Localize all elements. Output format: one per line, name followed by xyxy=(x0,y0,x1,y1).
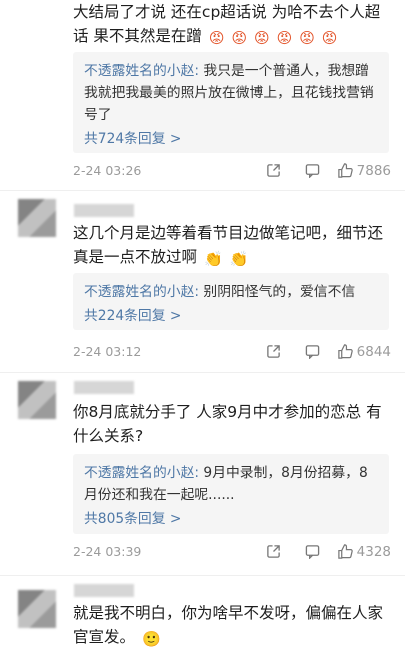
comment-icon[interactable] xyxy=(305,544,320,560)
reply-box-2[interactable]: 不透露姓名的小赵: 别阴阳怪气的，爱信不信 共224条回复 > xyxy=(73,273,389,330)
avatar[interactable] xyxy=(18,381,56,419)
clap-emoji-icon: 👏 xyxy=(229,250,249,268)
angry-emoji-icon: 😡 xyxy=(321,29,338,47)
like-count: 7886 xyxy=(356,163,391,179)
angry-emoji-icon: 😡 xyxy=(299,29,315,47)
like-count: 6844 xyxy=(356,344,391,360)
comment-item-1: 大结局了才说 还在cp超话说 为哈不去个人超话 果不其然是在蹭 😡 😡 😡 😡 … xyxy=(0,0,405,190)
like-count: 4328 xyxy=(356,544,391,560)
comment-meta-2: 2-24 03:12 6844 xyxy=(73,342,391,362)
username-redacted[interactable] xyxy=(74,381,134,394)
reply-text: 别阴阳怪气的，爱信不信 xyxy=(203,284,356,300)
comment-time: 2-24 03:12 xyxy=(73,344,142,359)
reply-count-link[interactable]: 共224条回复 > xyxy=(84,305,379,327)
smile-emoji-icon: 🙂 xyxy=(141,630,161,648)
comment-meta-3: 2-24 03:39 4328 xyxy=(73,542,391,562)
comment-text-content: 这几个月是边等着看节目边做笔记吧，细节还真是一点不放过啊 xyxy=(73,224,384,266)
username-redacted[interactable] xyxy=(74,584,134,597)
comment-time: 2-24 03:39 xyxy=(73,544,142,559)
comment-text-1: 大结局了才说 还在cp超话说 为哈不去个人超话 果不其然是在蹭 😡 😡 😡 😡 … xyxy=(73,0,391,50)
comment-icon[interactable] xyxy=(305,344,320,360)
reply-count-link[interactable]: 共724条回复 > xyxy=(84,128,379,150)
username-redacted[interactable] xyxy=(74,204,134,217)
reply-box-1[interactable]: 不透露姓名的小赵: 我只是一个普通人，我想蹭我就把我最美的照片放在微博上，且花钱… xyxy=(73,52,389,153)
reply-box-3[interactable]: 不透露姓名的小赵: 9月中录制，8月份招募，8月份还和我在一起呢...... 共… xyxy=(73,454,389,534)
share-icon[interactable] xyxy=(266,163,281,178)
comment-text-3: 你8月底就分手了 人家9月中才参加的恋总 有什么关系? xyxy=(73,400,391,448)
comment-time: 2-24 03:26 xyxy=(73,163,142,178)
comment-text-2: 这几个月是边等着看节目边做笔记吧，细节还真是一点不放过啊 👏 👏 xyxy=(73,221,391,271)
reply-author-link[interactable]: 不透露姓名的小赵: xyxy=(84,465,199,481)
angry-emoji-icon: 😡 xyxy=(276,29,293,47)
angry-emoji-icon: 😡 xyxy=(254,29,270,47)
reply-author-link[interactable]: 不透露姓名的小赵: xyxy=(84,63,199,79)
like-icon[interactable] xyxy=(337,543,354,560)
share-icon[interactable] xyxy=(266,544,281,559)
share-icon[interactable] xyxy=(266,344,281,359)
comment-item-3: 你8月底就分手了 人家9月中才参加的恋总 有什么关系? 不透露姓名的小赵: 9月… xyxy=(0,373,405,575)
reply-count-link[interactable]: 共805条回复 > xyxy=(84,508,379,530)
comment-text-content: 你8月底就分手了 人家9月中才参加的恋总 有什么关系? xyxy=(73,403,382,445)
avatar[interactable] xyxy=(18,199,56,237)
clap-emoji-icon: 👏 xyxy=(203,250,223,268)
avatar[interactable] xyxy=(18,590,56,628)
like-icon[interactable] xyxy=(337,162,354,179)
comment-meta-1: 2-24 03:26 7886 xyxy=(73,161,391,181)
comment-icon[interactable] xyxy=(305,163,320,179)
reply-author-link[interactable]: 不透露姓名的小赵: xyxy=(84,284,199,300)
comment-item-2: 这几个月是边等着看节目边做笔记吧，细节还真是一点不放过啊 👏 👏 不透露姓名的小… xyxy=(0,191,405,372)
comment-item-4: 就是我不明白，你为啥早不发呀，偏偏在人家官宣发。 🙂 xyxy=(0,576,405,648)
angry-emoji-icon: 😡 xyxy=(208,29,225,47)
angry-emoji-icon: 😡 xyxy=(231,29,248,47)
comment-text-4: 就是我不明白，你为啥早不发呀，偏偏在人家官宣发。 🙂 xyxy=(73,601,391,651)
like-icon[interactable] xyxy=(337,343,354,360)
